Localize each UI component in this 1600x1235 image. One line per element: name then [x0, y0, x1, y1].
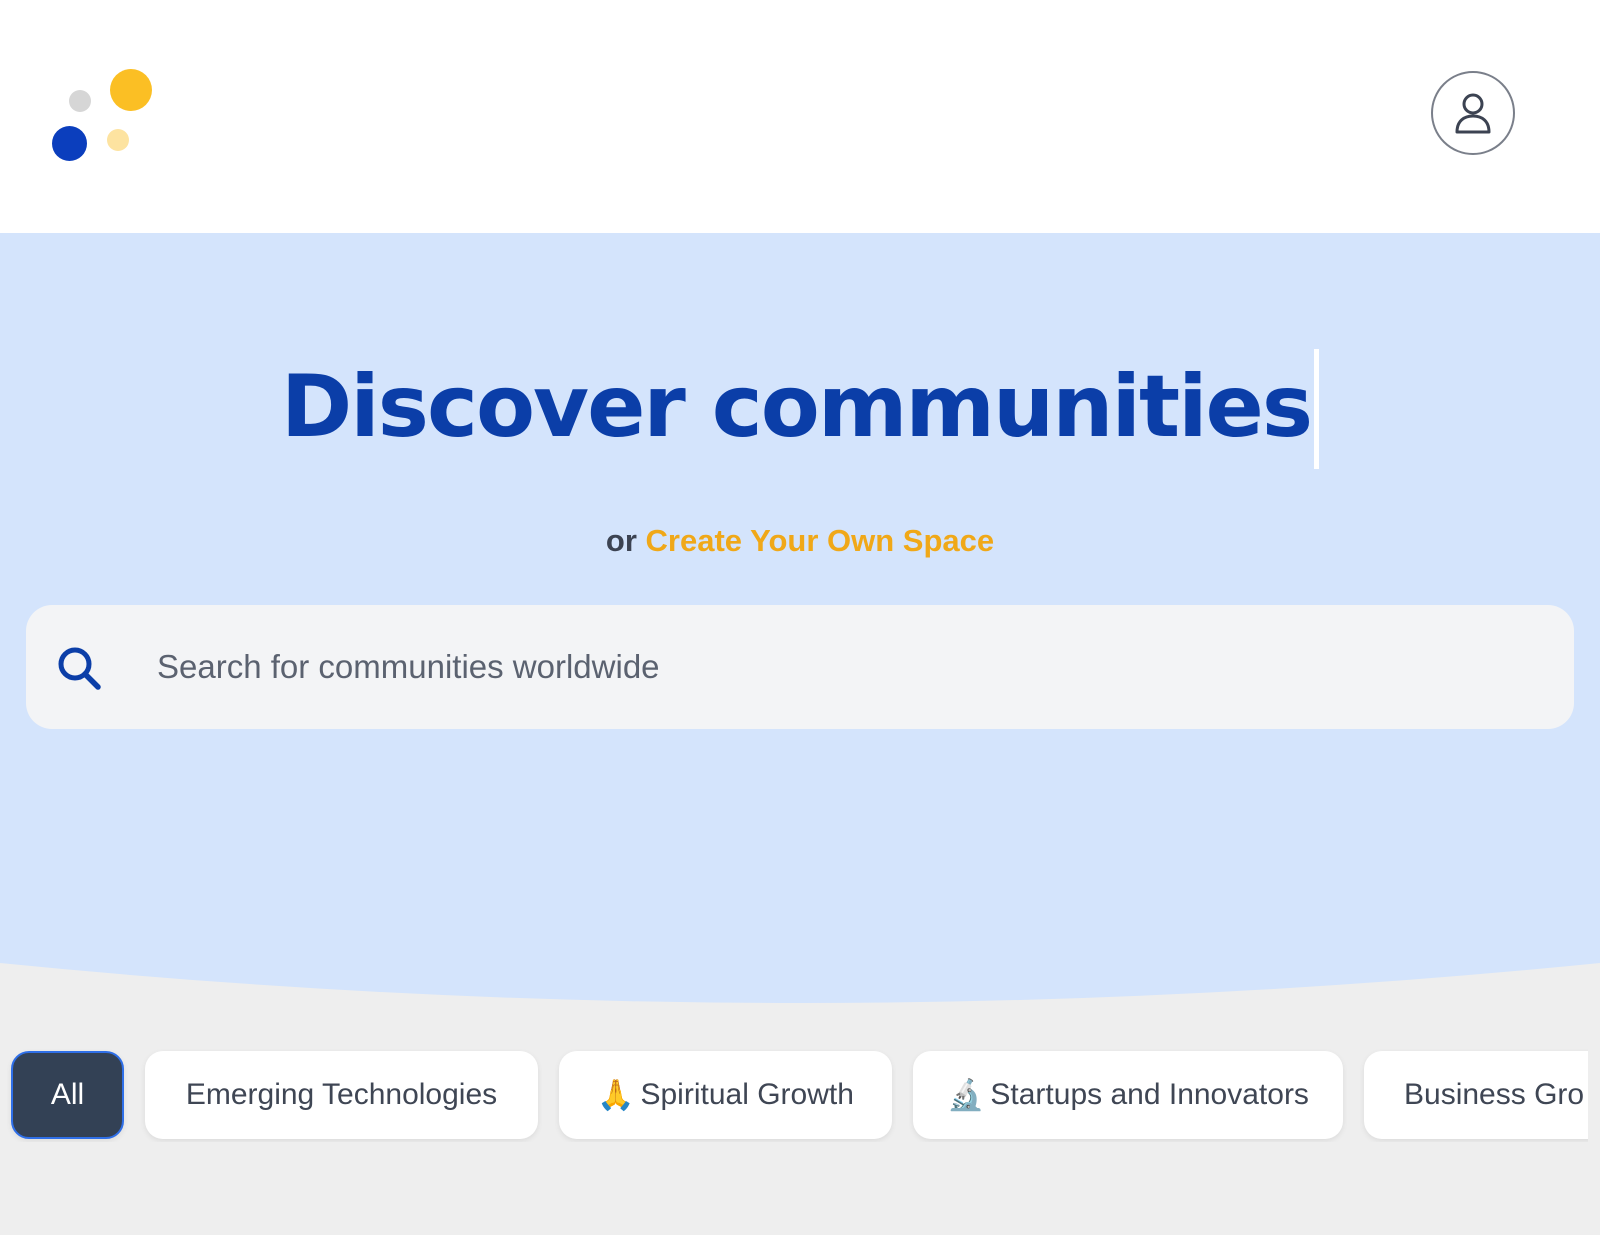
- user-icon: [1455, 93, 1491, 134]
- top-header: [0, 0, 1600, 233]
- subtitle: or Create Your Own Space: [0, 523, 1600, 559]
- logo-dot-yellow: [110, 69, 152, 111]
- text-caret: [1314, 349, 1320, 469]
- category-chip-all[interactable]: All: [11, 1051, 124, 1139]
- category-chip-spiritual-growth[interactable]: 🙏 Spiritual Growth: [559, 1051, 892, 1139]
- search-bar[interactable]: [26, 605, 1574, 729]
- category-chip-label: All: [50, 1078, 85, 1111]
- hero-section: Discover communities or Create Your Own …: [0, 233, 1600, 1235]
- logo-dot-pale-yellow: [107, 129, 129, 151]
- category-chip-label: Startups and Innovators: [990, 1078, 1309, 1111]
- category-chip-label: Emerging Technologies: [185, 1078, 498, 1111]
- logo-dot-gray: [69, 90, 91, 112]
- microscope-icon: 🔬: [947, 1078, 985, 1112]
- category-filter-bar: All Emerging Technologies 🙏 Spiritual Gr…: [0, 1042, 1588, 1142]
- headline-text: Discover communities: [280, 357, 1313, 457]
- category-chip-business-growth[interactable]: Business Gro: [1364, 1051, 1588, 1139]
- search-input[interactable]: [128, 605, 1548, 729]
- category-chip-startups-and-innovators[interactable]: 🔬 Startups and Innovators: [913, 1051, 1343, 1139]
- app-frame: Discover communities or Create Your Own …: [0, 0, 1600, 1235]
- subtitle-prefix: or: [605, 523, 637, 558]
- search-icon: [58, 647, 101, 690]
- category-chip-emerging-technologies[interactable]: Emerging Technologies: [145, 1051, 538, 1139]
- page-title: Discover communities: [0, 349, 1600, 469]
- logo-dot-blue: [52, 126, 87, 161]
- profile-button[interactable]: [1431, 71, 1515, 155]
- category-chip-label: Business Gro: [1404, 1078, 1585, 1111]
- praying-hands-icon: 🙏: [597, 1078, 635, 1112]
- create-space-link[interactable]: Create Your Own Space: [646, 523, 995, 558]
- dots-logo[interactable]: [48, 66, 158, 166]
- category-chip-label: Spiritual Growth: [640, 1078, 854, 1111]
